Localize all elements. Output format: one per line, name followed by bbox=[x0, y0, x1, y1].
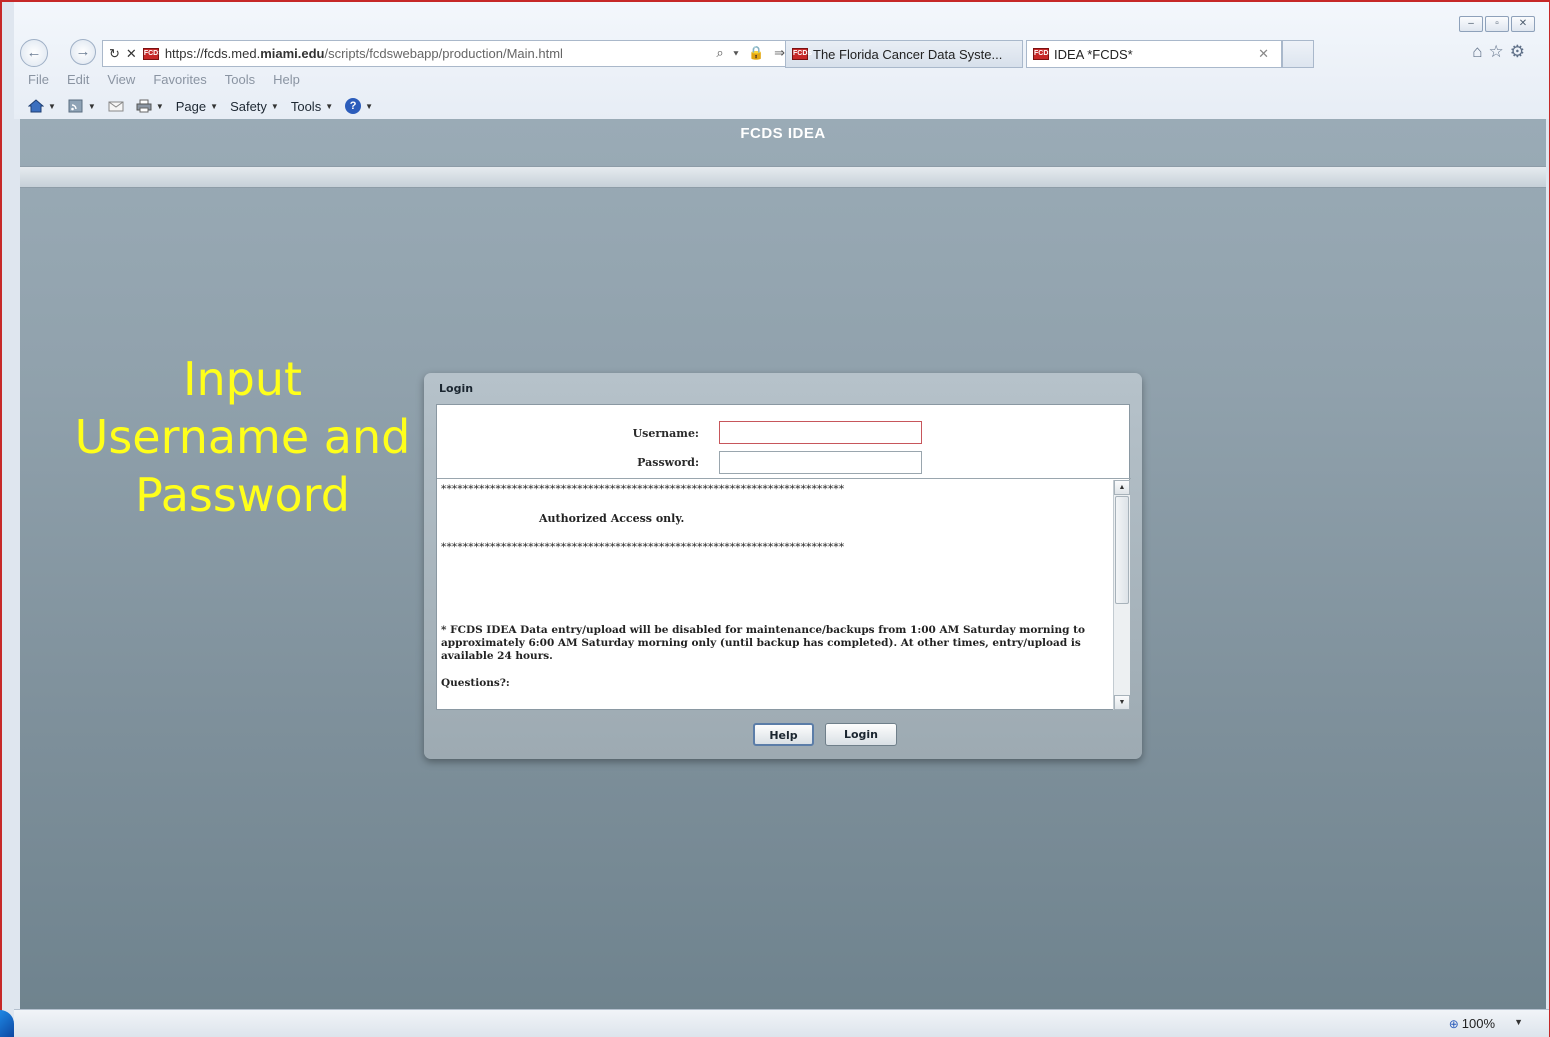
home-page-icon bbox=[28, 99, 44, 113]
back-button[interactable]: ← bbox=[20, 39, 48, 67]
printer-icon bbox=[136, 99, 152, 113]
minimize-button[interactable]: – bbox=[1459, 16, 1483, 32]
feeds-command[interactable]: ▼ bbox=[68, 99, 96, 113]
forward-arrow-icon: → bbox=[75, 43, 91, 60]
scrollbar-thumb[interactable] bbox=[1115, 496, 1129, 604]
menu-help[interactable]: Help bbox=[273, 72, 300, 87]
close-tab-icon[interactable]: ✕ bbox=[1258, 46, 1269, 62]
menu-bar: File Edit View Favorites Tools Help bbox=[28, 72, 318, 87]
message-panel: ****************************************… bbox=[437, 478, 1131, 710]
address-bar[interactable]: ↻ ✕ FCDS https://fcds.med.miami.edu/scri… bbox=[102, 40, 795, 67]
mail-icon bbox=[108, 101, 124, 112]
zoom-magnifier-icon: ⊕ bbox=[1448, 1016, 1459, 1031]
tools-menu[interactable]: Tools ▼ bbox=[291, 99, 333, 114]
login-button[interactable]: Login bbox=[825, 723, 897, 746]
username-input[interactable] bbox=[719, 421, 922, 444]
refresh-icon[interactable]: ↻ bbox=[109, 46, 120, 62]
close-window-button[interactable]: ✕ bbox=[1511, 16, 1535, 32]
address-tools-icon[interactable]: ⌕ ▾ 🔒 ⇒ bbox=[716, 45, 788, 61]
browser-toolbar-icons: ⌂☆⚙ bbox=[1472, 42, 1531, 62]
app-toolbar-strip bbox=[20, 166, 1546, 188]
stop-icon[interactable]: ✕ bbox=[126, 46, 137, 62]
chevron-down-icon: ▼ bbox=[325, 101, 334, 111]
mail-command[interactable] bbox=[108, 99, 124, 113]
browser-chrome: – ▫ ✕ ← → ↻ ✕ FCDS https://fcds.med.miam… bbox=[14, 2, 1549, 119]
print-command[interactable]: ▼ bbox=[136, 99, 164, 113]
menu-tools[interactable]: Tools bbox=[225, 72, 255, 87]
help-menu[interactable]: ? ▼ bbox=[345, 98, 373, 114]
tab-idea-fcds[interactable]: FCDS IDEA *FCDS* ✕ bbox=[1026, 40, 1282, 68]
site-favicon-icon: FCDS bbox=[142, 47, 163, 60]
home-command[interactable]: ▼ bbox=[28, 99, 56, 113]
divider-stars: ****************************************… bbox=[441, 483, 845, 495]
dialog-body: Username: Password: ********************… bbox=[436, 404, 1131, 710]
tab-favicon-icon: FCDS bbox=[1033, 48, 1053, 60]
zoom-control[interactable]: ⊕ 100% bbox=[1449, 1016, 1495, 1031]
password-input[interactable] bbox=[719, 451, 922, 474]
page-menu[interactable]: Page ▼ bbox=[176, 99, 218, 114]
message-scrollbar[interactable]: ▲ ▼ bbox=[1113, 480, 1130, 710]
tab-label: IDEA *FCDS* bbox=[1054, 46, 1133, 62]
chevron-down-icon[interactable]: ▼ bbox=[88, 102, 96, 111]
help-circle-icon: ? bbox=[345, 98, 362, 114]
login-dialog: Login Username: Password: **************… bbox=[424, 373, 1142, 759]
chevron-down-icon[interactable]: ▼ bbox=[48, 102, 56, 111]
questions-label: Questions?: bbox=[441, 677, 510, 689]
status-bar: ⊕ 100% ▼ bbox=[14, 1009, 1549, 1037]
scroll-up-icon[interactable]: ▲ bbox=[1114, 480, 1130, 495]
dialog-title: Login bbox=[439, 382, 474, 395]
tab-label: The Florida Cancer Data Syste... bbox=[813, 46, 1003, 62]
maintenance-note: * FCDS IDEA Data entry/upload will be di… bbox=[441, 624, 1085, 662]
message-text: ****************************************… bbox=[441, 483, 1107, 707]
chevron-down-icon: ▼ bbox=[365, 101, 374, 111]
annotation-text: Input Username and Password bbox=[74, 352, 411, 522]
home-icon[interactable]: ⌂ bbox=[1472, 42, 1488, 61]
tab-favicon-icon: FCDS bbox=[792, 48, 812, 60]
menu-view[interactable]: View bbox=[107, 72, 135, 87]
command-bar: ▼ ▼ ▼ Page ▼ Safety ▼ Tools ▼ ? ▼ bbox=[28, 98, 385, 114]
app-title: FCDS IDEA bbox=[740, 125, 826, 142]
safety-menu[interactable]: Safety ▼ bbox=[230, 99, 279, 114]
tab-florida-cancer-data[interactable]: FCDS The Florida Cancer Data Syste... bbox=[785, 40, 1023, 68]
window-controls: – ▫ ✕ bbox=[1459, 16, 1535, 32]
password-label: Password: bbox=[637, 456, 699, 469]
back-arrow-icon: ← bbox=[26, 44, 42, 61]
menu-edit[interactable]: Edit bbox=[67, 72, 89, 87]
authorized-access-text: Authorized Access only. bbox=[539, 512, 685, 525]
zoom-level: 100% bbox=[1461, 1016, 1495, 1031]
divider-stars: ****************************************… bbox=[441, 541, 845, 553]
chevron-down-icon[interactable]: ▼ bbox=[1514, 1017, 1523, 1027]
menu-file[interactable]: File bbox=[28, 72, 49, 87]
chevron-down-icon: ▼ bbox=[270, 101, 279, 111]
restore-button[interactable]: ▫ bbox=[1485, 16, 1509, 32]
settings-gear-icon[interactable]: ⚙ bbox=[1510, 42, 1531, 61]
chevron-down-icon[interactable]: ▼ bbox=[156, 102, 164, 111]
username-label: Username: bbox=[632, 427, 699, 440]
rss-feed-icon bbox=[68, 99, 83, 113]
new-tab-button[interactable] bbox=[1282, 40, 1314, 68]
help-button[interactable]: Help bbox=[753, 723, 814, 746]
chevron-down-icon: ▼ bbox=[210, 101, 219, 111]
favorites-star-icon[interactable]: ☆ bbox=[1489, 42, 1510, 61]
scroll-down-icon[interactable]: ▼ bbox=[1114, 695, 1130, 710]
forward-button[interactable]: → bbox=[70, 39, 96, 65]
menu-favorites[interactable]: Favorites bbox=[153, 72, 206, 87]
url-text[interactable]: https://fcds.med.miami.edu/scripts/fcdsw… bbox=[165, 46, 563, 61]
